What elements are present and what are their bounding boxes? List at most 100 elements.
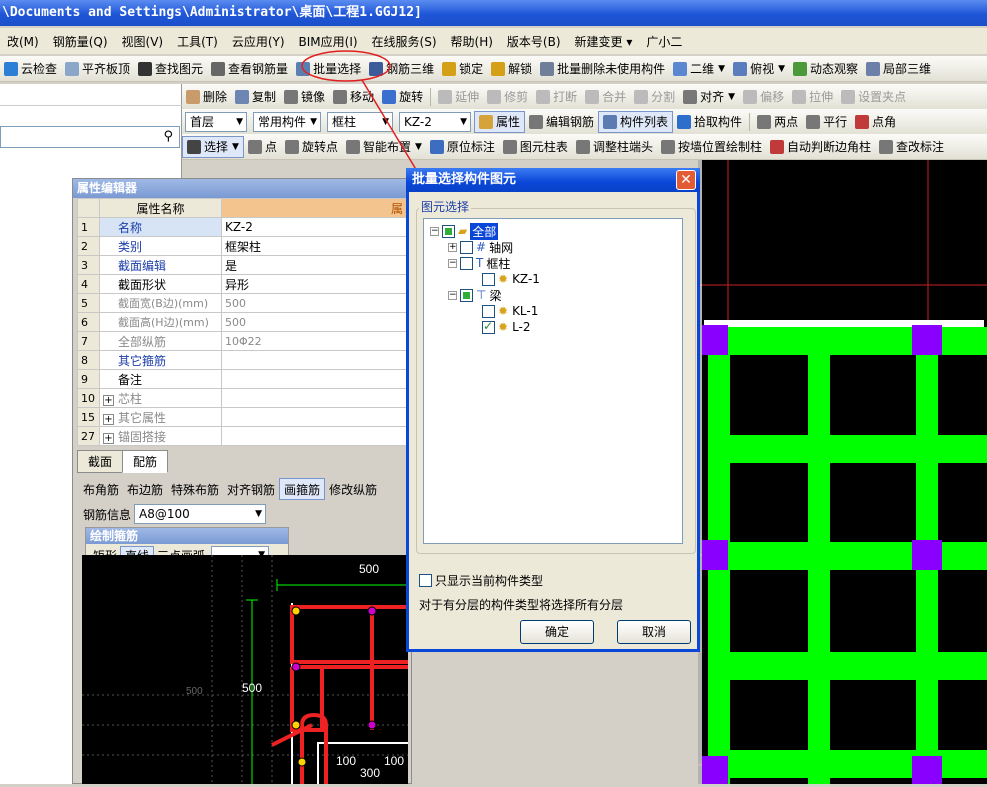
tree-checkbox[interactable] (442, 224, 455, 238)
menu-new-change[interactable]: 新建变更 ▾ (568, 33, 640, 50)
special-rebar-button[interactable]: 特殊布筋 (167, 478, 223, 500)
tree-node-kz1[interactable]: ✹ KZ-1 (482, 271, 540, 287)
drawing-canvas[interactable] (698, 160, 987, 784)
menu-bim[interactable]: BIM应用(I) (292, 33, 365, 50)
table-row[interactable]: 8 其它箍筋 (77, 350, 407, 370)
split-button[interactable]: 分割 (630, 86, 679, 108)
table-row[interactable]: 7 全部纵筋 10Φ22 (77, 331, 407, 351)
table-row[interactable]: 10 + 芯柱 (77, 388, 407, 408)
top-view-dropdown[interactable]: 俯视 ▼ (729, 58, 789, 80)
merge-button[interactable]: 合并 (581, 86, 630, 108)
align-slab-top-button[interactable]: 平齐板顶 (61, 58, 134, 80)
menu-tools[interactable]: 工具(T) (170, 33, 225, 50)
rotate-button[interactable]: 旋转 (378, 86, 427, 108)
align-rebar-button[interactable]: 对齐钢筋 (223, 478, 279, 500)
dynamic-orbit-button[interactable]: 动态观察 (789, 58, 862, 80)
draw-stirrup-button[interactable]: 画箍筋 (279, 478, 326, 500)
set-grip-button[interactable]: 设置夹点 (837, 86, 910, 108)
tree-node-l2[interactable]: ✹ L-2 (482, 319, 531, 335)
column[interactable] (702, 540, 728, 570)
collapse-icon[interactable]: − (448, 258, 457, 268)
mirror-button[interactable]: 镜像 (280, 86, 329, 108)
beam[interactable] (808, 327, 830, 784)
column[interactable] (912, 540, 942, 570)
check-annotation-button[interactable]: 查改标注 (875, 136, 948, 158)
move-button[interactable]: 移动 (329, 86, 378, 108)
two-point-button[interactable]: 两点 (753, 111, 802, 133)
only-current-type-option[interactable]: 只显示当前构件类型 (419, 572, 543, 589)
view-rebar-qty-button[interactable]: 查看钢筋量 (207, 58, 292, 80)
unlock-button[interactable]: 解锁 (487, 58, 536, 80)
tab-rebar[interactable]: 配筋 (122, 450, 169, 473)
align-dropdown[interactable]: 对齐 ▼ (679, 86, 739, 108)
smart-layout-dropdown[interactable]: 智能布置 ▼ (342, 136, 426, 158)
table-row[interactable]: 9 备注 (77, 369, 407, 389)
collapse-icon[interactable]: − (448, 290, 457, 300)
table-row[interactable]: 5 截面宽(B边)(mm) 500 (77, 293, 407, 313)
properties-button[interactable]: 属性 (474, 110, 526, 133)
component-name-select[interactable]: KZ-2 ▼ (399, 111, 471, 132)
menu-online[interactable]: 在线服务(S) (365, 33, 444, 50)
adjust-column-end-button[interactable]: 调整柱端头 (572, 136, 657, 158)
tree-checkbox[interactable] (460, 256, 473, 270)
column[interactable] (912, 756, 942, 784)
menu-help[interactable]: 帮助(H) (444, 33, 500, 50)
trim-button[interactable]: 修剪 (483, 86, 532, 108)
point-angle-button[interactable]: 点角 (851, 111, 900, 133)
table-row[interactable]: 27 + 锚固搭接 (77, 426, 407, 446)
table-row[interactable]: 2 类别 框架柱 (77, 236, 407, 256)
component-type-select[interactable]: 常用构件 ▼ (253, 111, 321, 132)
table-row[interactable]: 3 截面编辑是 (77, 255, 407, 275)
select-dropdown[interactable]: 选择 ▼ (182, 135, 244, 158)
draw-by-wall-button[interactable]: 按墙位置绘制柱 (657, 136, 766, 158)
stretch-button[interactable]: 拉伸 (788, 86, 837, 108)
tree-node-kl1[interactable]: ✹ KL-1 (482, 303, 538, 319)
tree-node-frame-column[interactable]: − T 框柱 (448, 255, 510, 271)
table-row[interactable]: 1 名称 KZ-2 (77, 217, 407, 237)
tree-checkbox[interactable] (482, 319, 495, 334)
edit-rebar-button[interactable]: 编辑钢筋 (525, 111, 598, 133)
corner-rebar-button[interactable]: 布角筋 (79, 478, 123, 500)
column[interactable] (702, 325, 728, 355)
modify-long-rebar-button[interactable]: 修改纵筋 (325, 478, 381, 500)
close-button[interactable]: ✕ (676, 170, 696, 190)
extend-button[interactable]: 延伸 (434, 86, 483, 108)
component-search-input[interactable]: ⚲ (0, 126, 180, 148)
parallel-button[interactable]: 平行 (802, 111, 851, 133)
beam[interactable] (708, 750, 987, 778)
edge-rebar-button[interactable]: 布边筋 (123, 478, 167, 500)
break-button[interactable]: 打断 (532, 86, 581, 108)
tree-checkbox[interactable] (460, 240, 473, 254)
collapse-icon[interactable]: − (430, 226, 439, 236)
tree-node-all[interactable]: − ▰ 全部 (430, 222, 499, 240)
table-row[interactable]: 4 截面形状 异形 (77, 274, 407, 294)
cloud-check-button[interactable]: 云检查 (0, 58, 61, 80)
menu-version[interactable]: 版本号(B) (500, 33, 568, 50)
expand-icon[interactable]: + (103, 413, 114, 425)
beam[interactable] (708, 542, 987, 570)
menu-guangxiaoer[interactable]: 广小二 (639, 33, 689, 50)
in-place-annotation-button[interactable]: 原位标注 (426, 136, 499, 158)
table-row[interactable]: 6 截面高(H边)(mm) 500 (77, 312, 407, 332)
pick-component-button[interactable]: 拾取构件 (673, 111, 746, 133)
find-element-button[interactable]: 查找图元 (134, 58, 207, 80)
search-icon[interactable]: ⚲ (163, 129, 173, 144)
beam[interactable] (708, 327, 987, 355)
tab-section[interactable]: 截面 (77, 450, 124, 473)
section-rebar-drawing[interactable]: 500 500 500 100 100 300 500 500 (82, 555, 564, 784)
component-list-button[interactable]: 构件列表 (598, 110, 674, 133)
menu-edit[interactable]: 改(M) (0, 33, 46, 50)
floor-select[interactable]: 首层 ▼ (185, 111, 247, 132)
menu-view[interactable]: 视图(V) (115, 33, 171, 50)
view-2d-dropdown[interactable]: 二维 ▼ (669, 58, 729, 80)
expand-icon[interactable]: + (103, 394, 114, 406)
menu-rebar-qty[interactable]: 钢筋量(Q) (46, 33, 115, 50)
only-current-type-checkbox[interactable] (419, 574, 432, 587)
expand-icon[interactable]: + (448, 242, 457, 252)
component-select[interactable]: 框柱 ▼ (327, 111, 393, 132)
tree-checkbox[interactable] (460, 288, 473, 302)
local-3d-button[interactable]: 局部三维 (862, 58, 935, 80)
batch-select-button[interactable]: 批量选择 (292, 58, 365, 80)
beam[interactable] (708, 435, 987, 463)
beam[interactable] (708, 652, 987, 680)
